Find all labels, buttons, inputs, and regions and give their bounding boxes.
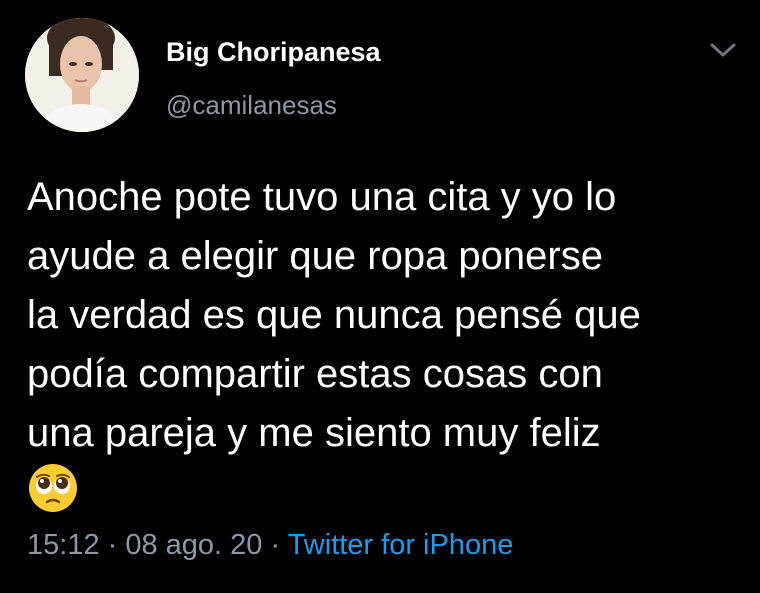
tweet-meta: 15:12 · 08 ago. 20 · Twitter for iPhone xyxy=(27,529,513,562)
tweet-text: Anoche pote tuvo una cita y yo lo ayude … xyxy=(27,168,747,463)
tweet-line: Anoche pote tuvo una cita y yo lo xyxy=(27,175,617,219)
tweet-line: una pareja y me siento muy feliz xyxy=(27,411,601,455)
pleading-face-icon xyxy=(27,462,79,514)
tweet-time[interactable]: 15:12 xyxy=(27,529,100,561)
tweet-source-link[interactable]: Twitter for iPhone xyxy=(288,529,514,561)
avatar[interactable] xyxy=(25,18,139,132)
tweet-line: ayude a elegir que ropa ponerse xyxy=(27,234,603,278)
display-name[interactable]: Big Choripanesa xyxy=(166,37,381,68)
user-handle[interactable]: @camilanesas xyxy=(166,90,337,121)
tweet-line: podía compartir estas cosas con xyxy=(27,352,603,396)
chevron-down-icon[interactable] xyxy=(705,36,741,64)
tweet-line: la verdad es que nunca pensé que xyxy=(27,293,641,337)
tweet-date[interactable]: 08 ago. 20 xyxy=(125,529,262,561)
meta-separator: · xyxy=(99,529,126,561)
avatar-photo xyxy=(25,18,139,132)
meta-separator: · xyxy=(262,529,288,561)
